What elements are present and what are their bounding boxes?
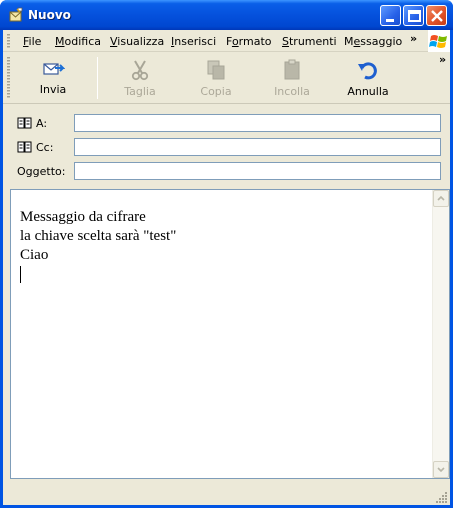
message-text[interactable]: Messaggio da cifrare la chiave scelta sa… xyxy=(20,208,176,283)
minimize-icon xyxy=(386,19,394,22)
message-line: la chiave scelta sarà "test" xyxy=(20,228,177,244)
scroll-up-button[interactable] xyxy=(433,190,449,207)
send-label: Invia xyxy=(39,83,67,96)
windows-logo-icon xyxy=(428,30,450,52)
message-headers: A: Cc: Oggetto: xyxy=(3,105,450,185)
vertical-scrollbar[interactable] xyxy=(432,190,449,478)
cut-button[interactable]: Taglia xyxy=(105,55,175,101)
paste-icon xyxy=(284,59,300,80)
minimize-button[interactable] xyxy=(380,5,401,26)
toolbar: Invia Taglia Copia Incolla Annulla » xyxy=(3,53,450,104)
chevron-up-icon xyxy=(437,195,445,201)
message-body[interactable]: Messaggio da cifrare la chiave scelta sa… xyxy=(10,189,450,479)
close-button[interactable] xyxy=(426,5,447,26)
copy-label: Copia xyxy=(200,85,232,98)
cc-label[interactable]: Cc: xyxy=(17,141,53,156)
undo-button[interactable]: Annulla xyxy=(333,55,403,101)
menu-bar: File Modifica Visualizza Inserisci Forma… xyxy=(3,30,450,52)
resize-grip-icon[interactable] xyxy=(436,491,448,503)
to-row: A: xyxy=(3,112,450,134)
address-book-icon xyxy=(17,117,33,132)
subject-field[interactable] xyxy=(74,162,441,180)
copy-icon xyxy=(207,60,225,80)
message-line: Messaggio da cifrare xyxy=(20,209,146,225)
window-title: Nuovo xyxy=(28,8,71,22)
send-icon xyxy=(43,63,65,75)
maximize-icon xyxy=(408,10,421,22)
menu-grip[interactable] xyxy=(7,34,10,49)
to-field[interactable] xyxy=(74,114,441,132)
paste-button[interactable]: Incolla xyxy=(257,55,327,101)
to-label[interactable]: A: xyxy=(17,117,47,132)
undo-icon xyxy=(358,62,377,80)
cc-row: Cc: xyxy=(3,136,450,158)
paste-label: Incolla xyxy=(274,85,310,98)
text-caret xyxy=(20,266,21,283)
send-button[interactable]: Invia xyxy=(18,55,88,101)
subject-label: Oggetto: xyxy=(17,165,66,178)
undo-label: Annulla xyxy=(347,85,389,98)
menu-modifica[interactable]: Modifica xyxy=(55,35,101,48)
toolbar-grip[interactable] xyxy=(7,57,10,99)
maximize-button[interactable] xyxy=(403,5,424,26)
menu-overflow-chevron[interactable]: » xyxy=(410,32,417,45)
menu-inserisci[interactable]: Inserisci xyxy=(171,35,216,48)
scissors-icon xyxy=(131,60,149,81)
menu-file[interactable]: File xyxy=(23,35,41,48)
status-bar xyxy=(3,482,450,505)
toolbar-overflow-chevron[interactable]: » xyxy=(439,53,446,66)
address-book-icon xyxy=(17,141,33,156)
close-icon xyxy=(431,10,443,22)
message-line: Ciao xyxy=(20,247,49,263)
scroll-down-button[interactable] xyxy=(433,461,449,478)
new-message-icon xyxy=(8,7,24,23)
compose-window: Nuovo File Modifica Visualizza Inserisci… xyxy=(0,0,453,508)
subject-row: Oggetto: xyxy=(3,160,450,182)
chevron-down-icon xyxy=(437,467,445,473)
menu-strumenti[interactable]: Strumenti xyxy=(282,35,337,48)
menu-formato[interactable]: Formato xyxy=(226,35,272,48)
cut-label: Taglia xyxy=(124,85,156,98)
copy-button[interactable]: Copia xyxy=(181,55,251,101)
menu-messaggio[interactable]: Messaggio xyxy=(344,35,402,48)
title-bar[interactable]: Nuovo xyxy=(0,0,453,30)
cc-field[interactable] xyxy=(74,138,441,156)
toolbar-separator xyxy=(97,57,98,99)
menu-visualizza[interactable]: Visualizza xyxy=(110,35,164,48)
